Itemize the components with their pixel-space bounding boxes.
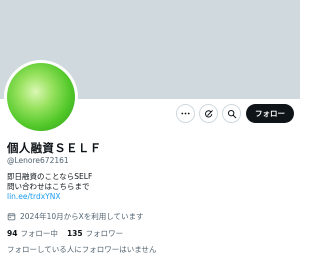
more-icon [181,112,190,115]
calendar-icon [7,213,16,221]
joined-text: 2024年10月からXを利用しています [20,212,144,221]
search-icon [227,109,236,118]
followers-label: フォロワー [85,229,124,238]
display-name: 個人融資ＳＥＬＦ [7,141,102,155]
profile-actions: フォロー [176,104,294,123]
joined-date: 2024年10月からXを利用しています [7,211,144,222]
followed-by-note: フォローしている人にフォロワーはいません [7,245,157,254]
following-count: 94 [7,229,18,238]
user-handle: @Lenore672161 [7,156,69,165]
search-button[interactable] [222,104,241,123]
bio-line: 即日融資のことならSELF [7,172,93,181]
following-link[interactable]: 94 フォロー中 [7,228,58,239]
follow-counts: 94 フォロー中 135 フォロワー [7,228,123,239]
bio-line: 問い合わせはこちらまで [7,182,90,191]
avatar-image [7,63,75,131]
avatar[interactable] [4,60,78,134]
profile-bio: 即日融資のことならSELF 問い合わせはこちらまで lin.ee/trdxYNX [7,172,92,202]
followers-count: 135 [66,229,83,238]
grok-icon [204,109,213,117]
following-label: フォロー中 [20,229,58,238]
more-button[interactable] [176,104,195,123]
followers-link[interactable]: 135 フォロワー [67,228,123,239]
bio-link[interactable]: lin.ee/trdxYNX [7,192,92,202]
follow-button[interactable]: フォロー [246,104,294,123]
grok-button[interactable] [199,104,218,123]
